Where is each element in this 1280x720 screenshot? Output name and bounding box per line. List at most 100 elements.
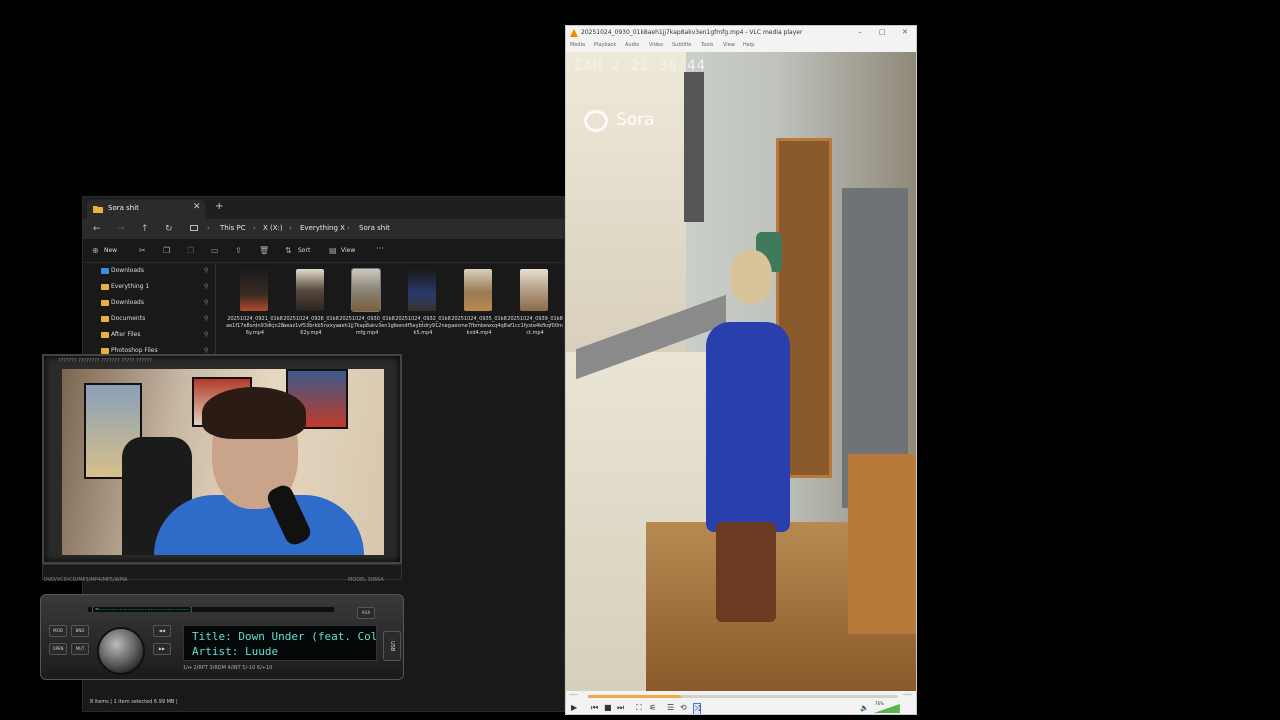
total-time: --:-- [903,692,912,698]
nav-item-after-files[interactable]: After Files ⚲ [99,329,211,343]
seek-slider[interactable] [588,695,898,698]
seek-progress [588,695,681,698]
nav-item-label: Documents [111,315,146,322]
stereo-faceplate: [=--------------------------------] MOD … [40,594,404,680]
new-icon[interactable]: ⊕ [92,246,99,255]
breadcrumb-everything-x[interactable]: Everything X [300,224,345,232]
level-strip-text: [=--------------------------------] [92,607,193,613]
table [848,454,916,634]
now-playing-title: Title: Down Under (feat. Colin Hay) [192,630,377,643]
nav-item-label: After Files [111,331,141,338]
explorer-tab[interactable]: Sora shit ✕ [87,200,205,219]
stereo-aux-button[interactable]: AUX [357,607,375,619]
stereo-prev-button[interactable]: ◀◀ [153,625,171,637]
camera-timestamp: CAM 2 21:36:44 [574,58,707,74]
explorer-status-bar: 8 items | 1 item selected 6.99 MB | [90,699,178,705]
menu-media[interactable]: Media [570,42,585,48]
pin-icon: ⚲ [204,315,209,322]
menu-view[interactable]: View [723,42,735,48]
close-icon[interactable]: ✕ [902,28,908,36]
nav-item-label: Downloads [111,267,144,274]
video-thumbnail [240,269,268,311]
explorer-address-bar: ← → ↑ ↻ › This PC › X (X:) › Everything … [83,219,564,239]
stereo-next-button[interactable]: ▶▶ [153,643,171,655]
forward-icon[interactable]: → [117,224,125,234]
video-thumbnail [296,269,324,311]
new-tab-button[interactable]: + [215,201,223,212]
view-button[interactable]: View [341,247,355,254]
fullscreen-icon[interactable]: ⛶ [636,703,642,713]
nav-item-documents[interactable]: Documents ⚲ [99,313,211,327]
file-item[interactable]: 20251024_0932_01k8aendf5eybtdry912negk5.… [394,265,452,355]
nav-item-downloads[interactable]: Downloads ⚲ [99,297,211,311]
view-icon[interactable]: ▤ [329,246,337,255]
menu-playback[interactable]: Playback [594,42,616,48]
loop-icon[interactable]: ⟲ [680,703,687,713]
file-item[interactable]: 20251024_0921_01k8ae1f17e8srdn93dkjn286y… [226,265,284,355]
stop-icon[interactable]: ■ [604,703,612,713]
pin-icon: ⚲ [204,299,209,306]
folder-icon [101,316,109,322]
nav-item-downloads-quick[interactable]: Downloads ⚲ [99,265,211,279]
speaker-icon[interactable]: 🔈 [860,703,869,713]
elapsed-time: --:-- [569,692,578,698]
file-item[interactable]: 20251024_0935_01k8aesme7fbmbewxq4q8kvd4.… [450,265,508,355]
playlist-icon[interactable]: ☰ [667,703,674,713]
more-options-button[interactable]: ··· [376,244,384,253]
vlc-cone-icon [570,29,578,37]
previous-icon[interactable]: ⏮ [591,703,598,713]
sort-button[interactable]: Sort [298,247,310,254]
cut-icon[interactable]: ✂ [139,246,146,255]
file-item[interactable]: 20251024_0939_01k8af1cc1fyste4kfkqf00mct… [506,265,564,355]
stereo-mode-button[interactable]: MOD [49,625,67,637]
refresh-icon[interactable]: ↻ [165,224,173,234]
paste-icon[interactable]: ❐ [187,246,194,255]
back-icon[interactable]: ← [93,224,101,234]
delete-icon[interactable]: 🗑 [259,246,269,255]
minimize-icon[interactable]: – [858,28,862,36]
vlc-video-area[interactable]: CAM 2 21:36:44 Sora [566,52,916,691]
pin-icon: ⚲ [204,347,209,354]
breadcrumb-sora-shit[interactable]: Sora shit [359,224,390,232]
menu-subtitle[interactable]: Subtitle [672,42,691,48]
stereo-open-button[interactable]: OPEN [49,643,67,655]
extended-settings-icon[interactable]: ⚟ [649,703,656,713]
explorer-command-bar: ⊕ New ✂ ❐ ❐ ▭ ⇪ 🗑 ⇅ Sort ▤ View ··· [83,241,564,263]
vlc-title-bar: 20251024_0930_01k8aeh1jj7kap8akv3en1gfmf… [566,26,916,40]
stereo-band-button[interactable]: BND [71,625,89,637]
file-item-selected[interactable]: 20251024_0930_01k8aeh1jj7kap8akv3en1gfmf… [338,265,396,355]
rename-icon[interactable]: ▭ [211,246,219,255]
menu-tools[interactable]: Tools [701,42,713,48]
menu-video[interactable]: Video [649,42,663,48]
volume-knob[interactable] [97,627,145,675]
stereo-formats-label: DVD/VCD/CD/MP3/MP4/MP5/WMA [44,577,128,583]
play-icon[interactable]: ▶ [571,703,577,713]
nav-item-label: Photoshop Files [111,347,158,354]
file-item[interactable]: 20251024_0926_01k8aeaz1vf53brkb5nxxya62y… [282,265,340,355]
maximize-icon[interactable]: □ [879,28,886,36]
up-icon[interactable]: ↑ [141,224,149,234]
share-icon[interactable]: ⇪ [235,246,242,255]
woman-skirt [716,522,776,622]
explorer-tab-title: Sora shit [108,204,139,212]
breadcrumb-drive[interactable]: X (X:) [263,224,283,232]
menu-audio[interactable]: Audio [625,42,639,48]
close-tab-icon[interactable]: ✕ [193,202,201,212]
sort-icon[interactable]: ⇅ [285,246,292,255]
random-icon[interactable]: ⤨ [693,703,702,714]
vlc-window-title: 20251024_0930_01k8aeh1jj7kap8akv3en1gfmf… [581,29,803,36]
copy-icon[interactable]: ❐ [163,246,170,255]
folder-icon [101,300,109,306]
nav-item-everything-1[interactable]: Everything 1 ⚲ [99,281,211,295]
next-icon[interactable]: ⏭ [617,703,624,713]
video-thumbnail [520,269,548,311]
webcam-frame: ??????? ???????? ??????? ????? ?????? [42,354,402,564]
stereo-mute-button[interactable]: MUT [71,643,89,655]
vlc-window: 20251024_0930_01k8aeh1jj7kap8akv3en1gfmf… [565,25,917,715]
new-button[interactable]: New [104,247,117,254]
menu-help[interactable]: Help [743,42,754,48]
breadcrumb-this-pc[interactable]: This PC [220,224,246,232]
stereo-model-label: MODEL 3066A [348,577,384,583]
file-name: 20251024_0926_01k8aeaz1vf53brkb5nxxya62y… [283,316,339,336]
pin-icon: ⚲ [204,283,209,290]
